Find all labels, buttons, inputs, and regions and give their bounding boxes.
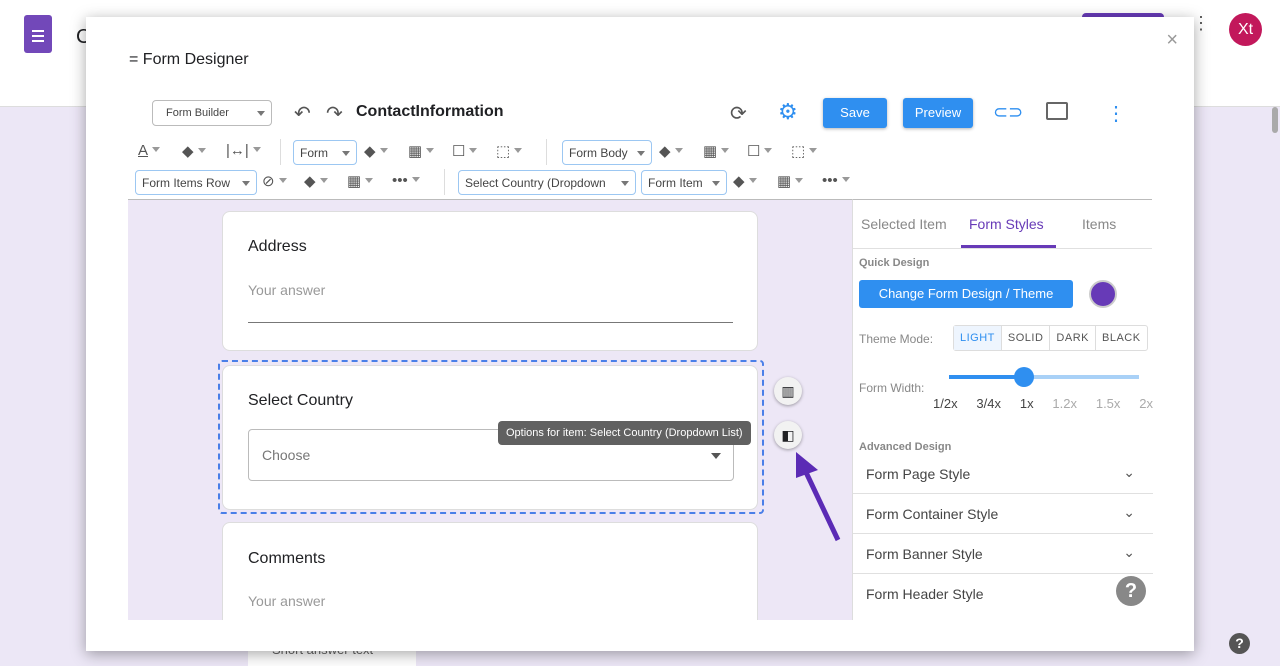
more-horiz-icon[interactable]: •••	[822, 172, 850, 189]
answer-input[interactable]: Your answer	[248, 593, 325, 609]
accordion-form-container-style[interactable]: Form Container Style ⌄	[853, 494, 1153, 534]
item-options-icon[interactable]: ◧	[774, 421, 802, 449]
help-icon[interactable]: ?	[1229, 633, 1250, 654]
divider	[546, 139, 547, 165]
gear-icon[interactable]: ⚙	[778, 99, 798, 125]
forms-logo-icon	[24, 15, 52, 53]
accordion-label: Form Header Style	[866, 586, 984, 602]
accordion-label: Form Banner Style	[866, 546, 983, 562]
accordion-form-page-style[interactable]: Form Page Style ⌄	[853, 454, 1153, 494]
help-icon[interactable]: ?	[1116, 576, 1146, 606]
form-width-label: Form Width:	[859, 381, 925, 395]
fill-color-icon[interactable]: ◆	[659, 142, 683, 160]
fill-color-icon[interactable]: ◆	[364, 142, 388, 160]
undo-icon[interactable]: ↶	[294, 101, 311, 126]
document-name: ContactInformation	[356, 103, 504, 120]
form-body-select[interactable]: Form Body	[562, 140, 652, 165]
tab-items[interactable]: Items	[1082, 216, 1116, 232]
accordion-form-header-style[interactable]: Form Header Style	[853, 574, 1153, 614]
padding-icon[interactable]: ▦	[347, 172, 373, 190]
page-scrollbar[interactable]	[1270, 107, 1280, 666]
form-width-slider[interactable]	[949, 367, 1139, 387]
text-color-icon[interactable]: A	[138, 142, 160, 159]
chevron-down-icon: ⌄	[1123, 544, 1135, 560]
answer-underline	[248, 322, 733, 323]
advanced-design-heading: Advanced Design	[859, 441, 952, 453]
item-options-tooltip: Options for item: Select Country (Dropdo…	[498, 421, 751, 445]
theme-mode-light[interactable]: LIGHT	[954, 326, 1002, 350]
tab-form-styles[interactable]: Form Styles	[969, 216, 1044, 232]
fill-color-icon[interactable]: ◆	[182, 142, 206, 160]
pointer-arrow-icon	[796, 452, 841, 542]
border-icon[interactable]: ☐	[747, 142, 772, 160]
sync-icon[interactable]: ⟳	[730, 101, 747, 126]
tabs-divider	[853, 248, 1152, 249]
close-icon[interactable]: ×	[1166, 29, 1178, 52]
item-select[interactable]: Select Country (Dropdown	[458, 170, 636, 195]
fullscreen-icon[interactable]	[1046, 102, 1068, 120]
form-item-select[interactable]: Form Item	[641, 170, 727, 195]
padding-icon[interactable]: ▦	[408, 142, 434, 160]
tick-label: 1.5x	[1095, 396, 1121, 411]
chevron-down-icon: ⌄	[1123, 504, 1135, 520]
fill-color-icon[interactable]: ◆	[733, 172, 757, 190]
accordion-label: Form Page Style	[866, 466, 971, 482]
active-tab-indicator	[961, 245, 1056, 248]
theme-mode-solid[interactable]: SOLID	[1002, 326, 1051, 350]
redo-icon[interactable]: ↷	[326, 101, 343, 126]
fill-color-icon[interactable]: ◆	[304, 172, 328, 190]
accordion-form-banner-style[interactable]: Form Banner Style ⌄	[853, 534, 1153, 574]
quick-design-heading: Quick Design	[859, 257, 930, 269]
accordion-label: Form Container Style	[866, 506, 999, 522]
theme-mode-label: Theme Mode:	[859, 332, 934, 346]
tick-label: 1/2x	[933, 396, 958, 411]
slider-thumb[interactable]	[1014, 367, 1034, 387]
tick-label: 1x	[1019, 396, 1034, 411]
question-card-comments[interactable]: Comments Your answer	[222, 522, 758, 620]
tick-label: 2x	[1139, 396, 1153, 411]
link-icon[interactable]: ⊂⊃	[993, 102, 1023, 123]
form-items-row-select[interactable]: Form Items Row	[135, 170, 257, 195]
tab-selected-item[interactable]: Selected Item	[861, 216, 947, 232]
width-ticks: 1/2x 3/4x 1x 1.2x 1.5x 2x	[933, 396, 1153, 411]
question-title: Select Country	[248, 392, 353, 409]
question-title: Comments	[248, 550, 326, 567]
visibility-off-icon[interactable]: ⊘	[262, 172, 287, 190]
theme-mode-black[interactable]: BLACK	[1096, 326, 1147, 350]
padding-icon[interactable]: ▦	[777, 172, 803, 190]
row-options-icon[interactable]: ▥	[774, 377, 802, 405]
preview-button[interactable]: Preview	[903, 98, 973, 128]
question-title: Address	[248, 238, 307, 255]
form-select[interactable]: Form	[293, 140, 357, 165]
padding-icon[interactable]: ▦	[703, 142, 729, 160]
more-horiz-icon[interactable]: •••	[392, 172, 420, 189]
border-icon[interactable]: ☐	[452, 142, 477, 160]
answer-input[interactable]: Your answer	[248, 282, 325, 298]
dialog-title: = Form Designer	[129, 51, 249, 68]
tick-label: 3/4x	[976, 396, 1001, 411]
margin-icon[interactable]: ⬚	[496, 142, 522, 160]
avatar[interactable]: Xt	[1229, 13, 1262, 46]
width-icon[interactable]: |↔|	[226, 142, 261, 159]
more-vert-icon[interactable]: ⋮	[1106, 101, 1126, 126]
divider	[444, 169, 445, 195]
question-card-address[interactable]: Address Your answer	[222, 211, 758, 351]
chevron-down-icon: ⌄	[1123, 464, 1135, 480]
margin-icon[interactable]: ⬚	[791, 142, 817, 160]
mode-select[interactable]: Form Builder	[152, 100, 272, 126]
theme-mode-dark[interactable]: DARK	[1050, 326, 1096, 350]
form-designer-dialog: × = Form Designer Form Builder ↶ ↷ Conta…	[86, 17, 1194, 651]
form-canvas: Address Your answer Select Country Choos…	[128, 199, 852, 620]
theme-color-swatch[interactable]	[1089, 280, 1117, 308]
theme-mode-toggle: LIGHT SOLID DARK BLACK	[953, 325, 1148, 351]
change-theme-button[interactable]: Change Form Design / Theme	[859, 280, 1073, 308]
tick-label: 1.2x	[1052, 396, 1077, 411]
save-button[interactable]: Save	[823, 98, 887, 128]
styles-panel: Selected Item Form Styles Items Quick De…	[852, 199, 1153, 620]
divider	[280, 139, 281, 165]
